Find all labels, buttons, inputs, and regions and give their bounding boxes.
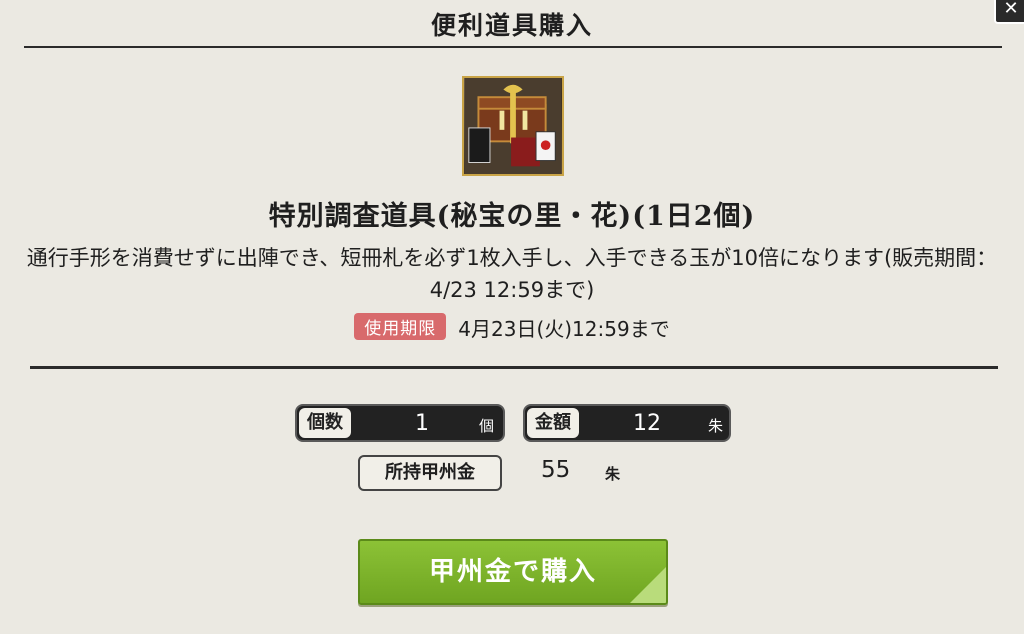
price-unit: 朱 (708, 417, 724, 435)
buy-with-gold-button[interactable]: 甲州金で購入 (358, 539, 668, 605)
quantity-label: 個数 (299, 408, 351, 438)
expiry-badge: 使用期限 (354, 313, 447, 340)
buy-button-label: 甲州金で購入 (428, 557, 597, 587)
treasure-box-icon (462, 76, 564, 176)
owned-gold-label: 所持甲州金 (358, 455, 502, 491)
corner-decoration (630, 567, 666, 603)
price-field: 金額 12 朱 (523, 404, 731, 442)
dialog-title: 便利道具購入 (430, 11, 593, 40)
item-name: 特別調査道具(秘宝の里・花)(1日2個) (268, 201, 756, 232)
quantity-field[interactable]: 個数 1 個 (295, 404, 505, 442)
price-label: 金額 (527, 408, 579, 438)
close-button[interactable]: ✕ (994, 0, 1024, 24)
title-divider (24, 46, 1002, 48)
expiry-text: 4月23日(火)12:59まで (458, 317, 670, 341)
item-description: 通行手形を消費せずに出陣でき、短冊札を必ず1枚入手し、入手できる玉が10倍になり… (26, 246, 998, 302)
owned-gold-value: 55 (541, 457, 571, 483)
price-value: 12 (633, 411, 661, 436)
owned-gold-unit: 朱 (605, 465, 621, 483)
section-divider (30, 366, 998, 369)
expiry-row: 使用期限 4月23日(火)12:59まで (0, 313, 1024, 342)
quantity-unit: 個 (479, 417, 495, 435)
quantity-value: 1 (415, 411, 429, 436)
close-icon: ✕ (1003, 0, 1019, 19)
